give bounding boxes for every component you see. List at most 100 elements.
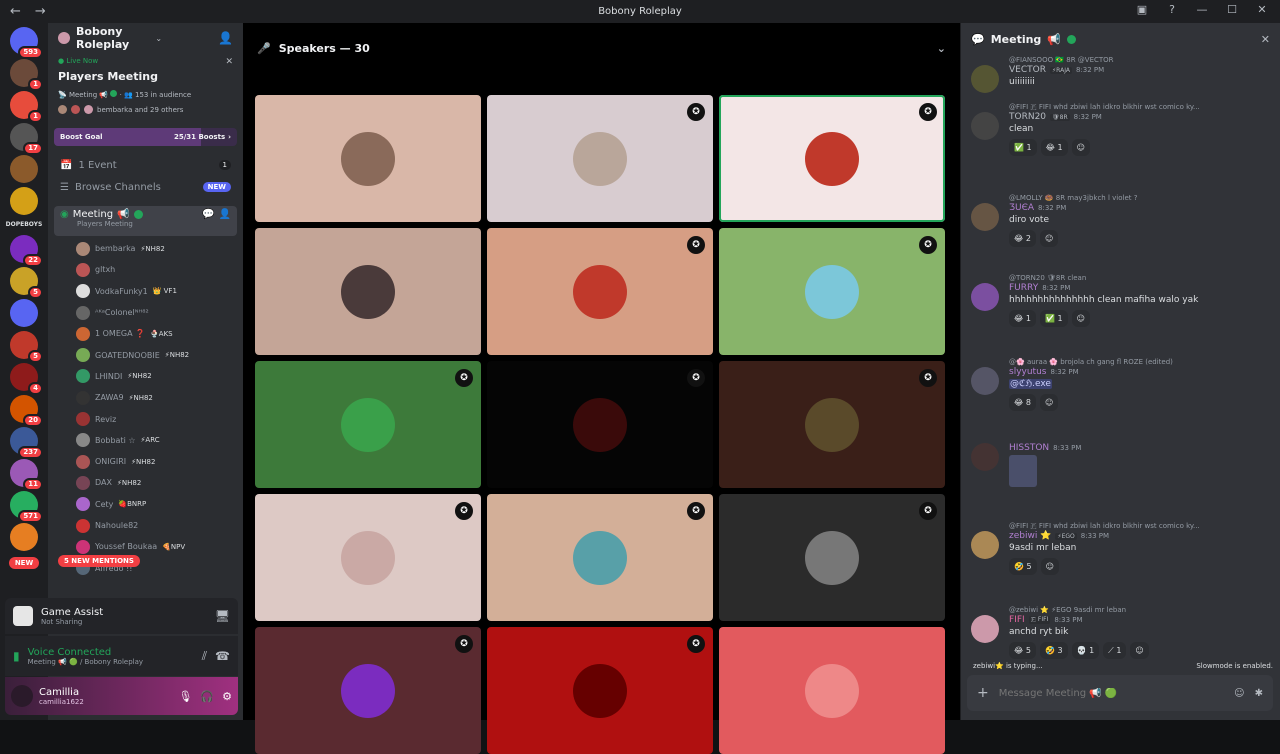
server-icon[interactable]: 1 [10, 91, 43, 123]
server-icon[interactable]: 571 [10, 491, 43, 523]
server-icon[interactable]: 5 [10, 267, 43, 299]
events-row[interactable]: 📅 1 Event 1 [48, 154, 243, 176]
reaction[interactable]: ☺ [1130, 642, 1149, 659]
server-icon[interactable]: 20 [10, 395, 43, 427]
reply-preview[interactable]: @zebiwi ⭐ ⚡EGO 9asdi mr leban [961, 605, 1280, 615]
reply-preview[interactable]: @FIFI 🇫 FIFI whd zbiwi lah idkro blkhir … [961, 521, 1280, 531]
voice-channel-meeting[interactable]: ◉ Meeting 📢 💬 👤 Players Meeting [54, 206, 237, 236]
reaction[interactable]: ☺ [1071, 310, 1090, 327]
message-author[interactable]: FURRY [1009, 283, 1038, 293]
reaction[interactable]: 😂 2 [1009, 230, 1036, 247]
voice-user[interactable]: ONIGIRI ⚡NH82 [76, 451, 243, 472]
server-icon[interactable] [10, 523, 38, 551]
new-mentions-pill[interactable]: 5 NEW MENTIONS [58, 555, 140, 567]
speaker-tile[interactable]: ✪ [487, 228, 713, 355]
reaction[interactable]: ⟋ 1 [1103, 642, 1127, 659]
plus-icon[interactable]: + [977, 685, 989, 701]
reaction[interactable]: 😂 8 [1009, 394, 1036, 411]
server-label[interactable]: DOPEBOYS [6, 219, 43, 231]
server-icon[interactable] [10, 155, 38, 183]
chat-message[interactable]: @TORN20 🛡8R clean FURRY 8:32 PM hhhhhhhhhhh… [961, 273, 1280, 327]
voice-user[interactable]: VodkaFunky1 👑 VF1 [76, 281, 243, 302]
speaker-tile[interactable]: ✪ [719, 95, 945, 222]
minimize-icon[interactable]: — [1194, 3, 1210, 16]
reply-preview[interactable]: @LMOLLY 🍩 8R may3jbkch l violet ? [961, 193, 1280, 203]
message-author[interactable]: ƷUЄA [1009, 203, 1034, 213]
server-icon[interactable]: 4 [10, 363, 43, 395]
back-arrow-icon[interactable]: ← [10, 4, 21, 19]
signal-icon[interactable]: ▮ [13, 649, 20, 663]
avatar[interactable] [971, 203, 999, 231]
avatar[interactable] [971, 615, 999, 643]
speaker-tile[interactable]: ✪ [719, 228, 945, 355]
chevron-down-icon[interactable]: ⌄ [937, 42, 946, 55]
voice-user[interactable]: 1 OMEGA ❓ 🍨AKS [76, 323, 243, 344]
settings-gear-icon[interactable]: ⚙ [222, 690, 232, 703]
server-icon[interactable] [10, 299, 38, 327]
disconnect-icon[interactable]: ☎ [215, 649, 230, 663]
speaker-tile[interactable]: ✪ [255, 627, 481, 754]
message-input[interactable] [998, 687, 1225, 699]
voice-user[interactable]: bembarka ⚡NH82 [76, 238, 243, 259]
reply-preview[interactable]: @FIFI 🇫 FIFI whd zbiwi lah idkro blkhir … [961, 102, 1280, 112]
reaction[interactable]: ☺ [1039, 230, 1059, 247]
reaction[interactable]: ✅ 1 [1009, 139, 1037, 156]
server-icon[interactable]: 11 [10, 459, 43, 491]
reaction[interactable]: 💀 1 [1071, 642, 1100, 659]
speaker-tile[interactable]: ✪ [487, 361, 713, 488]
reaction[interactable]: 😂 5 [1009, 642, 1036, 659]
message-author[interactable]: VECTOR [1009, 65, 1046, 75]
reaction[interactable]: 😂 1 [1040, 139, 1068, 156]
chat-message[interactable]: @zebiwi ⭐ ⚡EGO 9asdi mr leban FIFI 🇫 FIFI 8… [961, 605, 1280, 659]
server-icon[interactable]: 1 [10, 59, 43, 91]
message-author[interactable]: FIFI [1009, 615, 1025, 625]
reaction[interactable]: 🤣 5 [1009, 558, 1037, 575]
chat-message[interactable]: HISSTON 8:33 PM [961, 443, 1280, 487]
inbox-icon[interactable]: ▣ [1134, 3, 1150, 16]
avatar[interactable] [971, 65, 999, 93]
help-icon[interactable]: ? [1164, 3, 1180, 16]
server-icon[interactable] [10, 187, 38, 215]
message-author[interactable]: zebiwi ⭐ [1009, 531, 1051, 541]
add-member-icon[interactable]: 👤 [219, 209, 231, 220]
speaker-tile[interactable]: ✪ [487, 95, 713, 222]
close-icon[interactable]: ✕ [225, 57, 233, 67]
server-icon[interactable]: 237 [10, 427, 43, 459]
voice-user[interactable]: DAX ⚡NH82 [76, 472, 243, 493]
speaker-tile[interactable] [719, 627, 945, 754]
chat-message[interactable]: @FIANSOOO 🇧🇷 8R @VECTOR VECTOR ⚡RAJA 8:32 P… [961, 55, 1280, 93]
voice-user[interactable]: Nahoule82 [76, 515, 243, 536]
avatar[interactable] [971, 283, 999, 311]
reaction[interactable]: 😂 1 [1009, 310, 1036, 327]
forward-arrow-icon[interactable]: → [35, 4, 46, 19]
speaker-tile[interactable]: ✪ [487, 627, 713, 754]
live-stage-card[interactable]: ● Live Now Players Meeting 📡 Meeting 📢 ·… [48, 53, 243, 120]
chat-bubble-icon[interactable]: 💬 [202, 209, 214, 220]
invite-icon[interactable]: 👤 [218, 31, 233, 45]
server-icon[interactable]: 593 [10, 27, 43, 59]
server-icon[interactable]: 5 [10, 331, 43, 363]
image-attachment[interactable] [1009, 455, 1037, 487]
guild-header[interactable]: Bobony Roleplay ⌄ 👤 [48, 23, 243, 53]
close-icon[interactable]: ✕ [1261, 33, 1270, 46]
reaction[interactable]: 🤣 3 [1039, 642, 1068, 659]
message-author[interactable]: TORN20 [1009, 112, 1046, 122]
speaker-tile[interactable]: ✪ [719, 361, 945, 488]
emoji-icon[interactable]: ☺ [1234, 688, 1244, 699]
message-author[interactable]: HISSTON [1009, 443, 1049, 453]
new-server-badge[interactable]: NEW [8, 557, 40, 569]
mute-mic-icon[interactable]: 🎙 [178, 690, 192, 703]
speaker-tile[interactable]: ✪ [719, 494, 945, 621]
chat-message[interactable]: @FIFI 🇫 FIFI whd zbiwi lah idkro blkhir … [961, 102, 1280, 156]
voice-user[interactable]: Bobbati ☆ ⚡ARC [76, 430, 243, 451]
maximize-icon[interactable]: ☐ [1224, 3, 1240, 16]
speaker-tile[interactable] [255, 228, 481, 355]
reply-preview[interactable]: @FIANSOOO 🇧🇷 8R @VECTOR [961, 55, 1280, 65]
reaction[interactable]: ☺ [1039, 394, 1059, 411]
avatar[interactable] [971, 112, 999, 140]
reaction[interactable]: ☺ [1040, 558, 1059, 575]
user-mention[interactable]: @ℭℌ.exe [1009, 379, 1052, 389]
voice-user[interactable]: Reviz [76, 408, 243, 429]
speaker-tile[interactable]: ✪ [487, 494, 713, 621]
voice-user[interactable]: LHINDI ⚡NH82 [76, 366, 243, 387]
